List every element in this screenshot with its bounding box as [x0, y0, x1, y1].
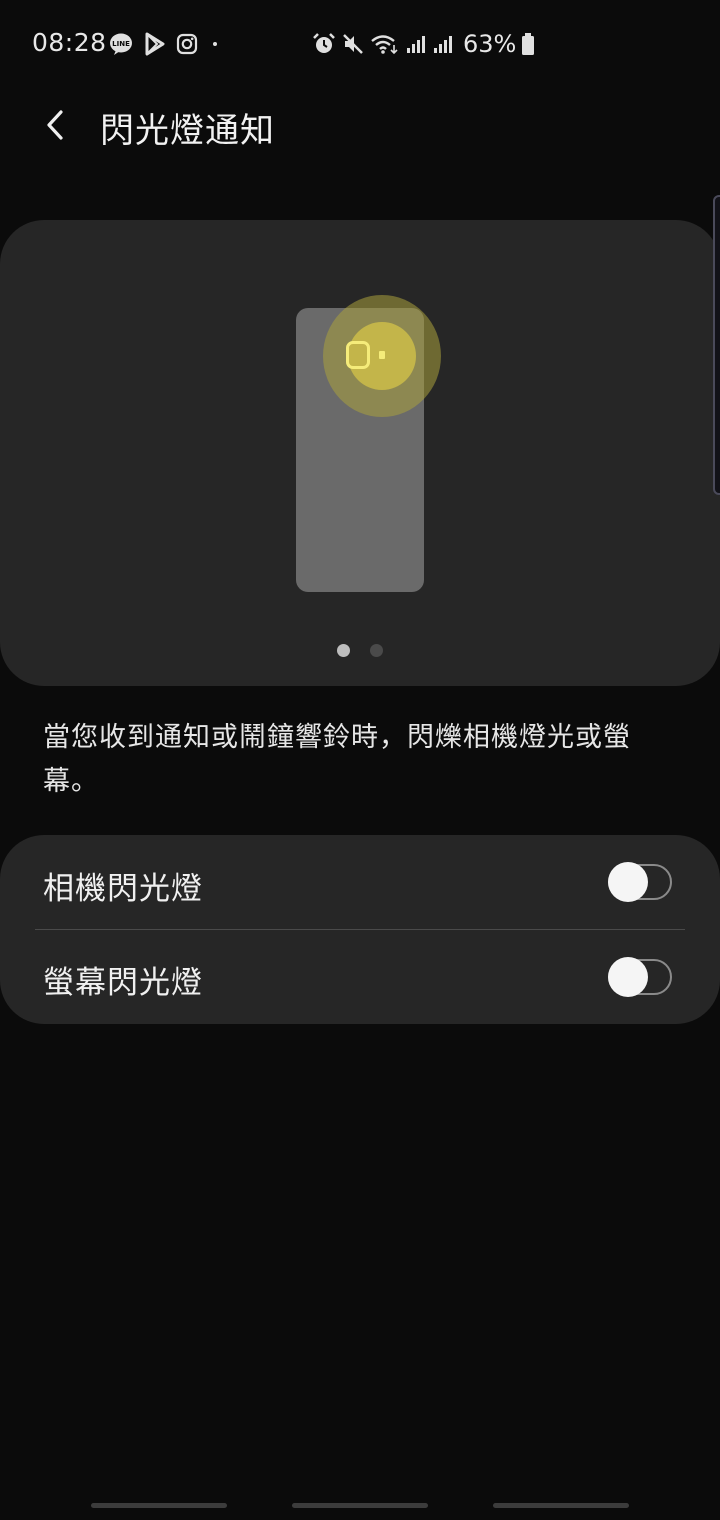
instagram-icon	[176, 33, 198, 55]
svg-text:LINE: LINE	[112, 40, 130, 48]
nav-recents-button[interactable]	[91, 1503, 227, 1508]
preview-carousel[interactable]	[0, 220, 720, 686]
alarm-icon	[312, 32, 336, 56]
battery-icon	[521, 32, 535, 56]
signal-icon	[432, 33, 454, 55]
page-dot-active[interactable]	[337, 644, 350, 657]
setting-label: 螢幕閃光燈	[43, 965, 203, 1001]
dot-icon	[208, 37, 222, 51]
screen-flash-toggle[interactable]	[608, 957, 672, 997]
notification-icons: LINE	[108, 30, 222, 58]
page-dot[interactable]	[370, 644, 383, 657]
nav-home-button[interactable]	[292, 1503, 428, 1508]
setting-label: 相機閃光燈	[43, 871, 203, 907]
battery-percent: 63%	[463, 30, 517, 58]
nav-back-button[interactable]	[493, 1503, 629, 1508]
page-title: 閃光燈通知	[100, 111, 275, 151]
wifi-icon	[370, 32, 400, 56]
line-icon: LINE	[108, 31, 134, 57]
settings-list: 相機閃光燈 螢幕閃光燈	[0, 835, 720, 1024]
system-icons: 63%	[312, 30, 535, 58]
signal-icon	[405, 33, 427, 55]
toggle-knob	[608, 957, 648, 997]
edge-panel-handle[interactable]	[713, 195, 720, 495]
play-store-icon	[144, 32, 166, 56]
camera-lens-icon	[346, 341, 370, 369]
description-text: 當您收到通知或鬧鐘響鈴時，閃爍相機燈光或螢幕。	[43, 722, 631, 797]
page-indicator	[0, 644, 720, 657]
status-time: 08:28	[32, 28, 107, 57]
setting-screen-flash[interactable]: 螢幕閃光燈	[0, 930, 720, 1024]
toggle-knob	[608, 862, 648, 902]
back-arrow-icon	[47, 110, 63, 140]
flash-led-icon	[379, 351, 385, 359]
header: 閃光燈通知	[0, 90, 720, 160]
mute-icon	[341, 32, 365, 56]
setting-camera-flash[interactable]: 相機閃光燈	[0, 835, 720, 929]
camera-flash-toggle[interactable]	[608, 862, 672, 902]
back-button[interactable]	[30, 100, 80, 150]
status-bar: 08:28 LINE 63%	[0, 0, 720, 88]
